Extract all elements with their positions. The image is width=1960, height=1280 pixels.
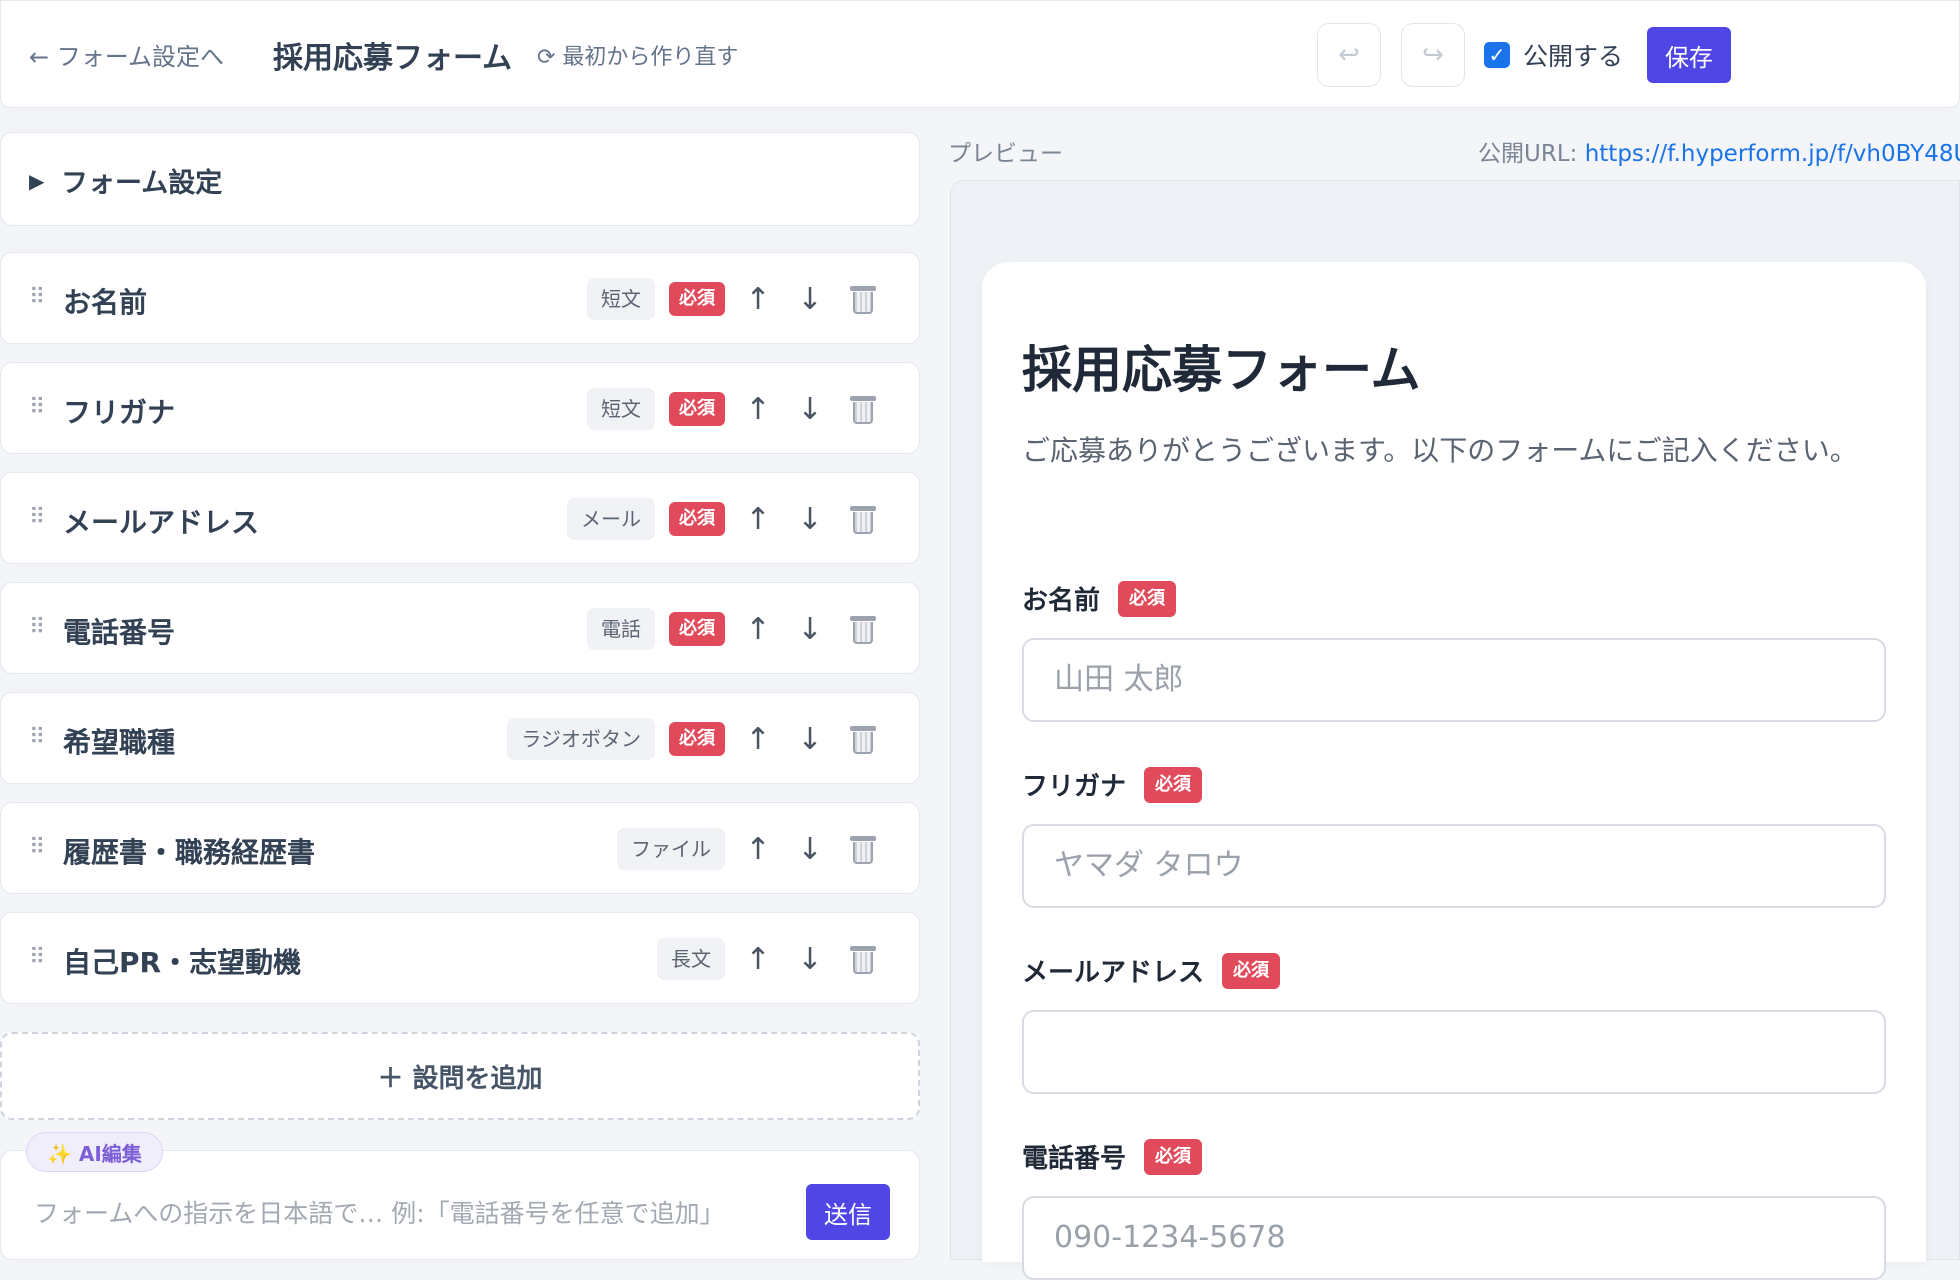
question-type-badge: 電話 xyxy=(587,608,655,650)
question-label: お名前 xyxy=(63,286,148,319)
required-badge: 必須 xyxy=(1144,766,1203,803)
drag-handle-icon[interactable]: ⠿ xyxy=(29,835,45,860)
question-type-badge: ラジオボタン xyxy=(507,718,655,760)
preview-field-label: フリガナ 必須 xyxy=(1022,766,1203,803)
move-up-icon[interactable]: ↑ xyxy=(739,392,777,427)
question-label: メールアドレス xyxy=(63,506,260,539)
question-item[interactable]: ⠿ お名前 短文 必須 ↑ ↓ xyxy=(0,252,920,344)
trash-icon[interactable] xyxy=(843,389,883,429)
required-badge: 必須 xyxy=(669,282,725,316)
name-input[interactable]: 山田 太郎 xyxy=(1022,638,1886,722)
preview-form-description: ご応募ありがとうございます。以下のフォームにご記入ください。 xyxy=(1022,434,1858,467)
furigana-input[interactable]: ヤマダ タロウ xyxy=(1022,824,1886,908)
drag-handle-icon[interactable]: ⠿ xyxy=(29,945,45,970)
question-item[interactable]: ⠿ メールアドレス メール 必須 ↑ ↓ xyxy=(0,472,920,564)
move-up-icon[interactable]: ↑ xyxy=(739,612,777,647)
save-button[interactable]: 保存 xyxy=(1647,27,1731,83)
form-title: 採用応募フォーム xyxy=(273,41,513,76)
question-type-badge: 短文 xyxy=(587,278,655,320)
add-question-button[interactable]: ＋ 設問を追加 xyxy=(0,1032,920,1120)
question-item[interactable]: ⠿ 履歴書・職務経歴書 ファイル ↑ ↓ xyxy=(0,802,920,894)
move-down-icon[interactable]: ↓ xyxy=(791,612,829,647)
question-item[interactable]: ⠿ 自己PR・志望動機 長文 ↑ ↓ xyxy=(0,912,920,1004)
move-up-icon[interactable]: ↑ xyxy=(739,282,777,317)
required-badge: 必須 xyxy=(1144,1138,1203,1175)
preview-field-label: メールアドレス 必須 xyxy=(1022,952,1281,989)
drag-handle-icon[interactable]: ⠿ xyxy=(29,615,45,640)
trash-icon[interactable] xyxy=(843,279,883,319)
preview-form-card xyxy=(982,262,1926,1262)
question-type-badge: 長文 xyxy=(657,938,725,980)
field-label-text: フリガナ xyxy=(1022,772,1127,802)
trash-icon[interactable] xyxy=(843,829,883,869)
preview-form-title: 採用応募フォーム xyxy=(1022,341,1421,399)
required-badge: 必須 xyxy=(669,502,725,536)
trash-icon[interactable] xyxy=(843,939,883,979)
redo-button[interactable]: ↪ xyxy=(1401,23,1465,87)
required-badge: 必須 xyxy=(1118,580,1177,617)
form-settings-label: フォーム設定 xyxy=(61,168,223,199)
preview-field-label: お名前 必須 xyxy=(1022,580,1177,617)
drag-handle-icon[interactable]: ⠿ xyxy=(29,725,45,750)
question-type-badge: 短文 xyxy=(587,388,655,430)
expand-triangle-icon: ▶ xyxy=(29,169,45,193)
top-bar: ← フォーム設定へ 採用応募フォーム ⟳ 最初から作り直す ↩ ↪ ✓ 公開する… xyxy=(0,0,1960,108)
trash-icon[interactable] xyxy=(843,499,883,539)
form-settings-toggle[interactable]: ▶ フォーム設定 xyxy=(0,132,920,226)
email-input[interactable] xyxy=(1022,1010,1886,1094)
move-down-icon[interactable]: ↓ xyxy=(791,282,829,317)
undo-button[interactable]: ↩ xyxy=(1317,23,1381,87)
move-down-icon[interactable]: ↓ xyxy=(791,392,829,427)
field-label-text: 電話番号 xyxy=(1022,1144,1127,1174)
move-down-icon[interactable]: ↓ xyxy=(791,832,829,867)
public-url: 公開URL: https://f.hyperform.jp/f/vh0BY48U xyxy=(1478,134,1960,168)
drag-handle-icon[interactable]: ⠿ xyxy=(29,285,45,310)
question-item[interactable]: ⠿ 希望職種 ラジオボタン 必須 ↑ ↓ xyxy=(0,692,920,784)
question-item[interactable]: ⠿ フリガナ 短文 必須 ↑ ↓ xyxy=(0,362,920,454)
back-to-settings-link[interactable]: ← フォーム設定へ xyxy=(29,37,224,72)
preview-field-label: 電話番号 必須 xyxy=(1022,1138,1203,1175)
ai-instruction-input[interactable]: フォームへの指示を日本語で… 例:「電話番号を任意で追加」 xyxy=(34,1194,725,1230)
question-item[interactable]: ⠿ 電話番号 電話 必須 ↑ ↓ xyxy=(0,582,920,674)
field-label-text: メールアドレス xyxy=(1022,958,1205,988)
drag-handle-icon[interactable]: ⠿ xyxy=(29,395,45,420)
move-up-icon[interactable]: ↑ xyxy=(739,722,777,757)
move-up-icon[interactable]: ↑ xyxy=(739,832,777,867)
send-button[interactable]: 送信 xyxy=(806,1184,890,1240)
phone-input[interactable]: 090-1234-5678 xyxy=(1022,1196,1886,1280)
ai-edit-chip: ✨ AI編集 xyxy=(26,1132,163,1172)
move-down-icon[interactable]: ↓ xyxy=(791,942,829,977)
publish-checkbox[interactable]: ✓ xyxy=(1484,42,1510,68)
required-badge: 必須 xyxy=(669,612,725,646)
preview-label: プレビュー xyxy=(948,141,1063,167)
question-type-badge: ファイル xyxy=(617,828,725,870)
question-label: 電話番号 xyxy=(63,616,176,649)
move-up-icon[interactable]: ↑ xyxy=(739,502,777,537)
trash-icon[interactable] xyxy=(843,719,883,759)
move-up-icon[interactable]: ↑ xyxy=(739,942,777,977)
drag-handle-icon[interactable]: ⠿ xyxy=(29,505,45,530)
publish-label[interactable]: 公開する xyxy=(1523,37,1623,73)
undo-icon: ↩ xyxy=(1338,40,1360,70)
reset-link[interactable]: ⟳ 最初から作り直す xyxy=(537,39,738,71)
question-label: フリガナ xyxy=(63,396,176,429)
required-badge: 必須 xyxy=(1222,952,1281,989)
question-label: 履歴書・職務経歴書 xyxy=(63,836,316,869)
move-down-icon[interactable]: ↓ xyxy=(791,722,829,757)
required-badge: 必須 xyxy=(669,392,725,426)
public-url-prefix: 公開URL: xyxy=(1478,141,1585,167)
question-type-badge: メール xyxy=(567,498,655,540)
move-down-icon[interactable]: ↓ xyxy=(791,502,829,537)
field-label-text: お名前 xyxy=(1022,586,1101,616)
required-badge: 必須 xyxy=(669,722,725,756)
question-label: 希望職種 xyxy=(63,726,176,759)
public-url-link[interactable]: https://f.hyperform.jp/f/vh0BY48U xyxy=(1585,141,1960,167)
redo-icon: ↪ xyxy=(1422,40,1444,70)
question-label: 自己PR・志望動機 xyxy=(63,946,302,979)
trash-icon[interactable] xyxy=(843,609,883,649)
